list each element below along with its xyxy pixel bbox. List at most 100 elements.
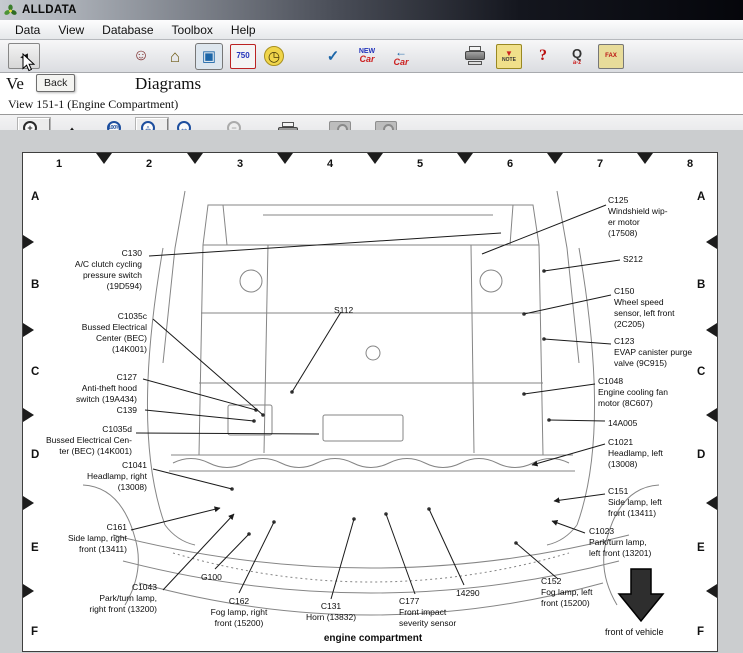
grid-marker-right: [23, 323, 34, 337]
grid-marker-right: [23, 235, 34, 249]
diagram-canvas[interactable]: 1 2 3 4 5 6 7 8 A A B B C C D D E E F F C130A/C clutch cycl…: [22, 152, 718, 652]
diagram-label-C127: C127Anti-theft hoodswitch (19A434): [76, 372, 137, 405]
diagram-label-C1035d: C1035dBussed Electrical Cen-ter (BEC) (1…: [46, 424, 132, 457]
diagram-label-C1043: C1043Park/turn lamp,right front (13200): [89, 582, 157, 615]
menu-item-toolbox[interactable]: Toolbox: [163, 22, 222, 38]
previous-car-icon[interactable]: ←Car: [388, 44, 414, 69]
grid-row-left-C: C: [31, 366, 39, 378]
labor-guide-icon[interactable]: 750: [230, 44, 256, 69]
grid-row-right-E: E: [697, 542, 705, 554]
grid-row-left-E: E: [31, 542, 39, 554]
diagram-label-C1035c: C1035cBussed ElectricalCenter (BEC)(14K0…: [82, 311, 147, 355]
toolbar-icons: ☺ ⌂ ▣ 750 ◷ ✓ NEWCar ←Car ▼NOTE? Qa-z FAX: [128, 44, 624, 69]
grid-marker-left: [706, 235, 717, 249]
alldata-logo-icon: [4, 4, 17, 17]
diagram-label-C150: C150Wheel speedsensor, left front(2C205): [614, 286, 674, 330]
front-of-vehicle-label: front of vehicle: [605, 627, 664, 637]
tab-diagrams[interactable]: Diagrams: [135, 74, 201, 94]
window-titlebar: ALLDATA: [0, 0, 743, 20]
window-title: ALLDATA: [22, 4, 77, 16]
view-header: View 151-1 (Engine Compartment): [0, 97, 743, 114]
diagram-label-14290: 14290: [456, 588, 480, 599]
tab-vehicle-partial[interactable]: Ve: [6, 74, 24, 94]
grid-column-6: 6: [507, 158, 513, 170]
grid-row-left-A: A: [31, 191, 39, 203]
grid-marker-left: [706, 496, 717, 510]
diagram-label-C1048: C1048Engine cooling fanmotor (8C607): [598, 376, 668, 409]
grid-column-4: 4: [327, 158, 333, 170]
grid-marker-down: [637, 153, 653, 164]
grid-column-3: 3: [237, 158, 243, 170]
menu-items: DataViewDatabaseToolboxHelp: [6, 22, 265, 38]
grid-marker-down: [457, 153, 473, 164]
new-car-icon[interactable]: NEWCar: [354, 44, 380, 69]
menu-item-data[interactable]: Data: [6, 22, 49, 38]
grid-marker-down: [187, 153, 203, 164]
grid-marker-right: [23, 408, 34, 422]
diagram-label-C125: C125Windshield wip-er motor(17508): [608, 195, 668, 239]
diagram-label-C123: C123EVAP canister purgevalve (9C915): [614, 336, 692, 369]
grid-column-7: 7: [597, 158, 603, 170]
grid-row-left-D: D: [31, 449, 39, 461]
diagram-label-S112: S112: [334, 305, 353, 316]
diagram-label-C152: C152Fog lamp, leftfront (15200): [541, 576, 593, 609]
customer-icon[interactable]: ☺: [128, 44, 154, 69]
diagram-label-C151: C151Side lamp, leftfront (13411): [608, 486, 662, 519]
graphics-tool-icon[interactable]: ▣: [196, 44, 222, 69]
grid-marker-left: [706, 408, 717, 422]
diagram-label-14A005: 14A005: [608, 418, 637, 429]
grid-row-left-F: F: [31, 626, 38, 638]
tab-header-row: Ve Back Diagrams: [0, 73, 743, 97]
grid-marker-down: [367, 153, 383, 164]
diagram-label-C177: C177Front impactseverity sensor: [399, 596, 456, 629]
menu-item-view[interactable]: View: [49, 22, 93, 38]
diagram-caption: engine compartment: [288, 633, 458, 644]
help-icon[interactable]: ?: [530, 44, 556, 69]
grid-marker-right: [23, 496, 34, 510]
diagram-viewport[interactable]: 1 2 3 4 5 6 7 8 A A B B C C D D E E F F C130A/C clutch cycl…: [0, 130, 743, 652]
history-clock-icon[interactable]: ◷: [264, 46, 284, 66]
leader-lines: [131, 205, 620, 599]
fax-icon[interactable]: FAX: [598, 44, 624, 69]
diagram-label-C131: C131Horn (13832): [281, 601, 381, 623]
menu-item-help[interactable]: Help: [222, 22, 265, 38]
grid-marker-down: [96, 153, 112, 164]
grid-row-right-F: F: [697, 626, 704, 638]
grid-marker-down: [547, 153, 563, 164]
mouse-cursor: [22, 53, 35, 72]
print-icon[interactable]: [462, 44, 488, 69]
grid-column-8: 8: [687, 158, 693, 170]
notes-icon[interactable]: ▼NOTE: [496, 44, 522, 69]
grid-row-right-A: A: [697, 191, 705, 203]
diagram-label-S212: S212: [623, 254, 643, 265]
front-of-vehicle-arrow: [619, 569, 663, 621]
back-tooltip: Back: [36, 74, 75, 92]
diagram-label-C139: C139: [117, 405, 137, 416]
grid-column-5: 5: [417, 158, 423, 170]
diagram-label-C130: C130A/C clutch cyclingpressure switch(19…: [75, 248, 142, 292]
connector-dots: [230, 269, 551, 545]
grid-marker-down: [277, 153, 293, 164]
main-toolbar: ◄ ☺⌂▣750◷✓NEWCar←Car▼NOTE?Qa-zFAX: [0, 40, 743, 73]
shop-icon[interactable]: ⌂: [162, 44, 188, 69]
grid-row-right-B: B: [697, 279, 705, 291]
diagram-label-C1023: C1023Park/turn lamp,left front (13201): [589, 526, 651, 559]
diagram-label-C161: C161Side lamp, rightfront (13411): [68, 522, 127, 555]
grid-row-left-B: B: [31, 279, 39, 291]
diagram-label-C1021: C1021Headlamp, left(13008): [608, 437, 663, 470]
grid-row-right-C: C: [697, 366, 705, 378]
grid-marker-left: [706, 323, 717, 337]
grid-marker-right: [23, 584, 34, 598]
printer-shape: [465, 48, 485, 64]
diagram-label-C162: C162Fog lamp, rightfront (15200): [189, 596, 289, 629]
grid-column-1: 1: [56, 158, 62, 170]
grid-row-right-D: D: [697, 449, 705, 461]
menu-item-database[interactable]: Database: [93, 22, 162, 38]
service-tools-icon[interactable]: ✓: [320, 44, 346, 69]
grid-column-2: 2: [146, 158, 152, 170]
view-header-text: View 151-1 (Engine Compartment): [8, 97, 178, 111]
diagram-label-G100: G100: [201, 572, 222, 583]
diagram-label-C1041: C1041Headlamp, right(13008): [87, 460, 147, 493]
search-az-icon[interactable]: Qa-z: [564, 44, 590, 69]
grid-marker-left: [706, 584, 717, 598]
